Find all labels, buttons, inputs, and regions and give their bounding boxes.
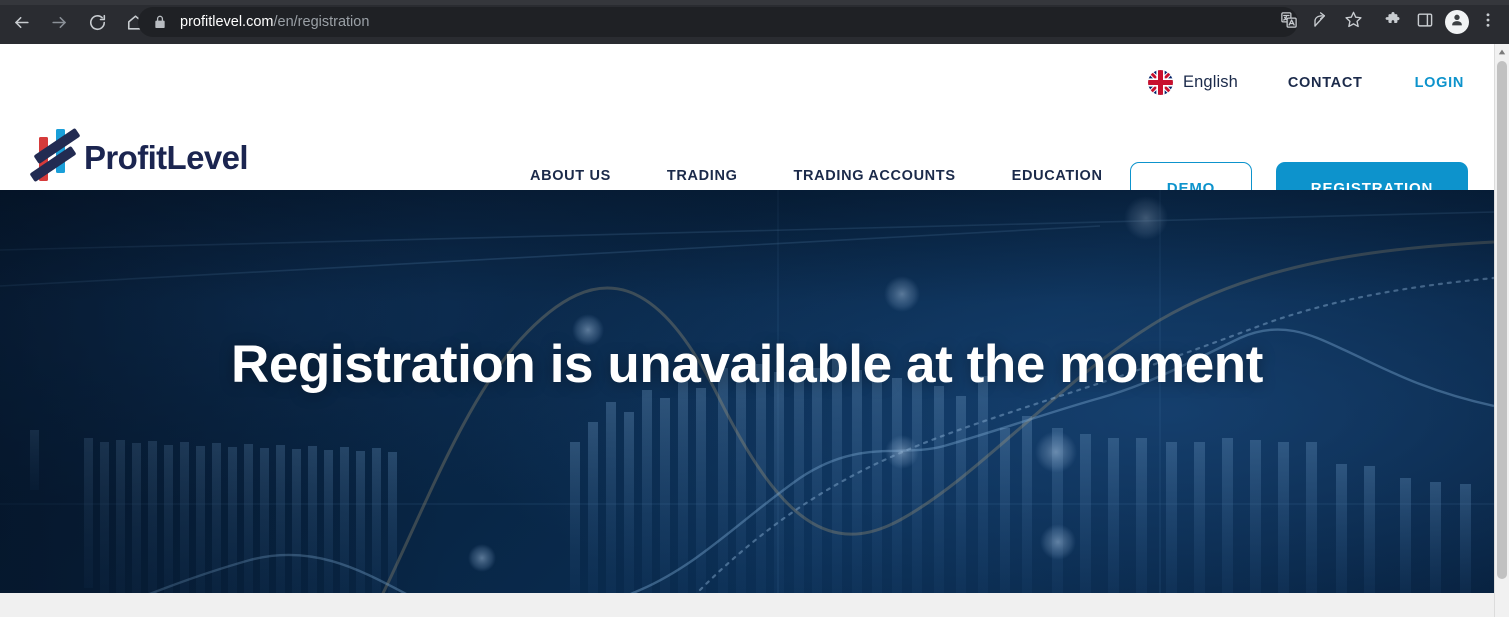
brand-logo[interactable]: ProfitLevel [30,125,249,189]
hero-headline: Registration is unavailable at the momen… [230,335,1264,394]
avatar [1445,10,1469,34]
nav-item-trading-accounts[interactable]: TRADING ACCOUNTS [794,168,956,184]
browser-menu-button[interactable] [1476,7,1500,37]
reload-button[interactable] [82,7,112,37]
language-label: English [1183,73,1238,91]
url-text: profitlevel.com/en/registration [180,15,369,30]
side-panel-button[interactable] [1410,7,1440,37]
content-below-hero [0,593,1494,617]
translate-button[interactable] [1274,7,1304,37]
arrow-left-icon [12,13,31,32]
extensions-puzzle-icon [1384,11,1402,34]
translate-icon [1280,11,1298,34]
url-host: profitlevel.com [180,13,274,30]
page-viewport: English CONTACT LOGIN ProfitLevel ABOUT … [0,44,1494,617]
scroll-up-arrow-icon[interactable] [1495,44,1509,59]
language-switcher[interactable]: English [1148,70,1238,95]
page-scrollbar[interactable] [1494,44,1509,617]
tab-strip [0,0,1509,5]
profile-avatar-icon [1449,12,1465,33]
address-bar[interactable]: profitlevel.com/en/registration [138,7,1298,37]
back-button[interactable] [6,7,36,37]
url-path: /en/registration [273,13,370,30]
site-header: English CONTACT LOGIN ProfitLevel ABOUT … [0,44,1494,214]
padlock-icon[interactable] [152,14,168,30]
vertical-scroll-thumb[interactable] [1497,61,1507,579]
utility-bar: English CONTACT LOGIN [1148,70,1464,95]
flag-uk-icon [1148,70,1174,95]
share-button[interactable] [1306,7,1336,37]
share-icon [1312,11,1330,34]
reload-icon [88,13,107,32]
forward-button[interactable] [44,7,74,37]
nav-item-education[interactable]: EDUCATION [1012,168,1103,184]
main-nav: ABOUT US TRADING TRADING ACCOUNTS EDUCAT… [530,168,1103,184]
nav-item-about-us[interactable]: ABOUT US [530,168,611,184]
hero-section: Registration is unavailable at the momen… [0,190,1494,593]
bookmark-star-button[interactable] [1338,7,1368,37]
profile-avatar-button[interactable] [1442,7,1472,37]
three-dot-menu-icon [1479,11,1497,34]
profitlevel-hash-logo-icon [30,125,82,189]
browser-chrome: profitlevel.com/en/registration [0,0,1509,44]
nav-item-trading[interactable]: TRADING [667,168,738,184]
bookmark-star-icon [1344,10,1363,34]
contact-link[interactable]: CONTACT [1288,75,1363,91]
side-panel-icon [1416,11,1434,34]
arrow-right-icon [50,13,69,32]
extensions-button[interactable] [1378,7,1408,37]
login-link[interactable]: LOGIN [1415,75,1464,91]
logo-wordmark: ProfitLevel [84,138,249,176]
